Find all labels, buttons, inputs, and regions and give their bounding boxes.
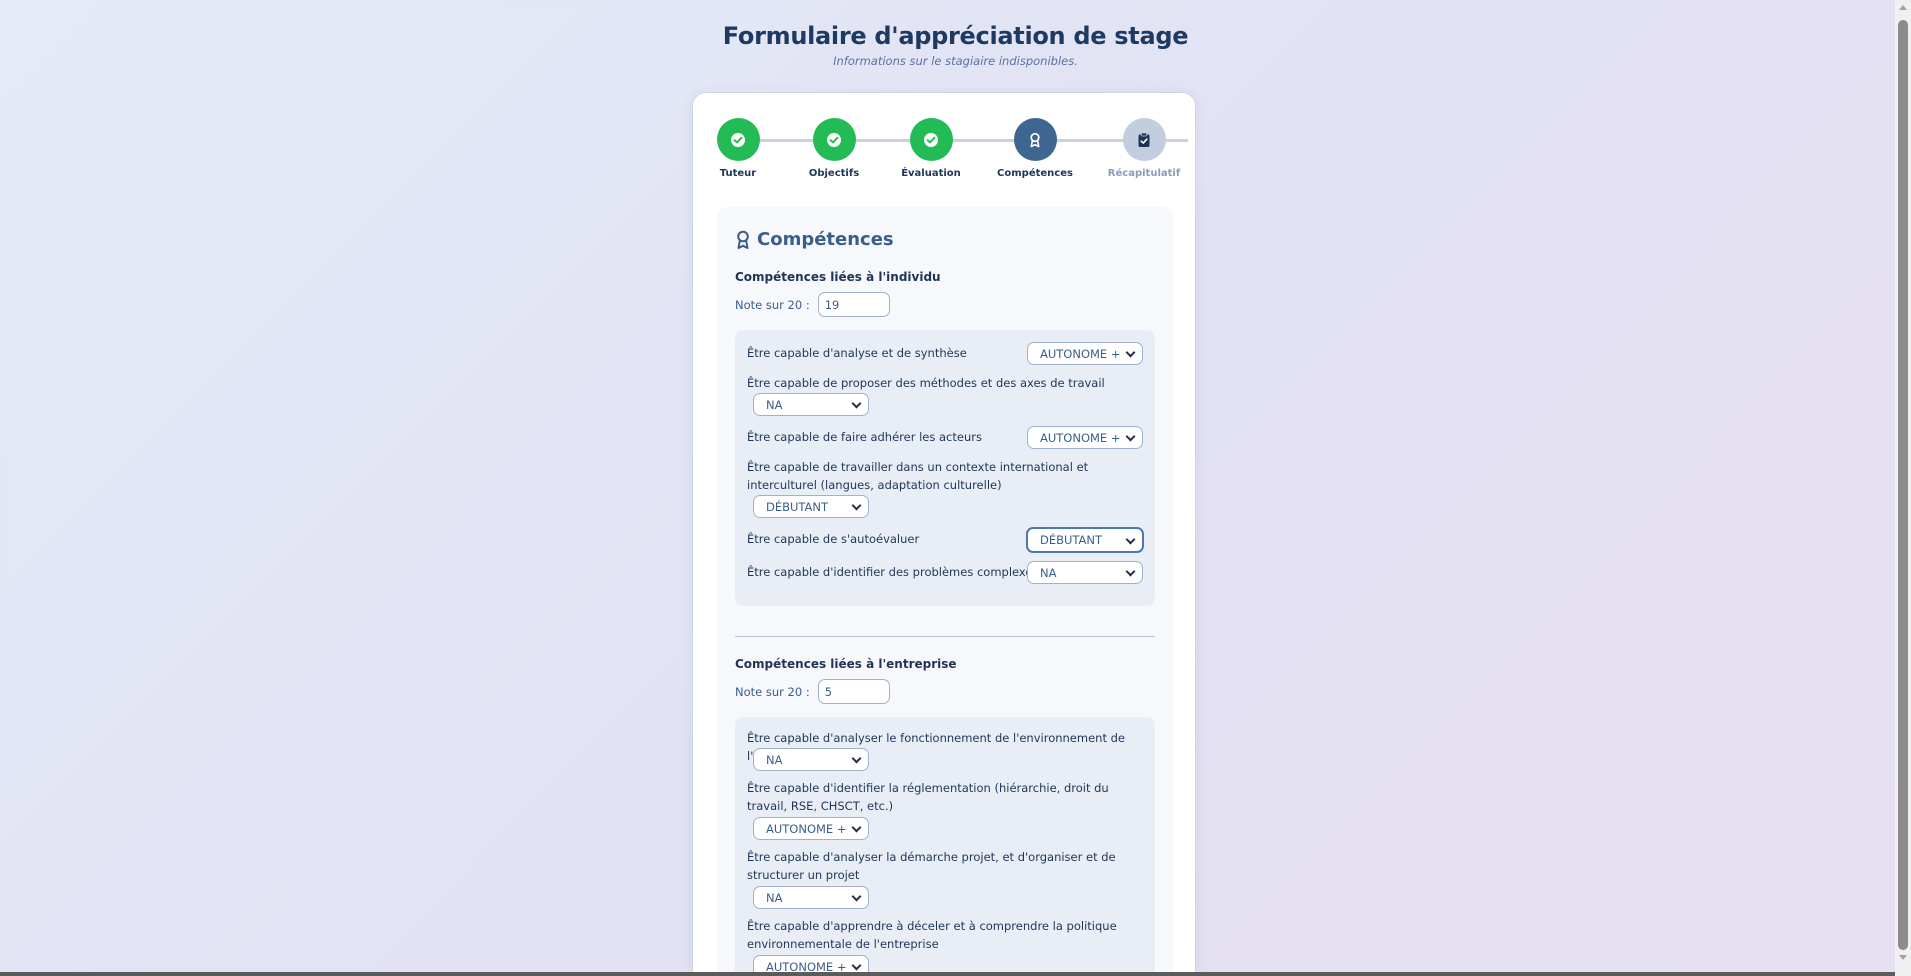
clipboard-check-icon (1122, 118, 1166, 161)
horizontal-scrollbar[interactable] (0, 972, 1895, 976)
chevron-down-icon (851, 753, 862, 764)
form-card: Tuteur Objectifs Évaluation Compétences (692, 92, 1196, 976)
chevron-down-icon (1125, 347, 1136, 358)
check-circle-icon (812, 118, 856, 161)
section-title-text: Compétences (757, 229, 894, 250)
section-title: Compétences (735, 229, 894, 250)
criterion-select[interactable]: DÉBUTANT (753, 495, 869, 518)
individu-note-row: Note sur 20 : (735, 292, 890, 317)
chevron-down-icon (851, 891, 862, 902)
chevron-down-icon (1125, 566, 1136, 577)
scroll-down-icon[interactable] (1899, 955, 1907, 960)
step-label: Compétences (997, 168, 1073, 179)
chevron-down-icon (1125, 431, 1136, 442)
chevron-down-icon (1125, 534, 1136, 545)
check-circle-icon (716, 118, 760, 161)
step-label: Évaluation (901, 168, 961, 179)
page-header: Formulaire d'appréciation de stage Infor… (0, 0, 1911, 68)
criterion-select[interactable]: NA (753, 748, 869, 771)
entreprise-criteria-box: Être capable d'analyser le fonctionnemen… (735, 717, 1155, 976)
page-title: Formulaire d'appréciation de stage (722, 22, 1189, 50)
step-label: Récapitulatif (1107, 168, 1181, 179)
step-label: Tuteur (719, 168, 757, 179)
chevron-down-icon (851, 960, 862, 971)
criterion-label: Être capable de travailler dans un conte… (747, 460, 1089, 492)
award-icon (1013, 118, 1057, 161)
select-value: NA (766, 397, 783, 412)
vertical-scrollbar[interactable] (1895, 0, 1911, 976)
step-recapitulatif[interactable]: Récapitulatif (1099, 118, 1189, 179)
individu-note-input[interactable] (817, 292, 890, 317)
scrollbar-thumb[interactable] (1898, 20, 1908, 950)
criterion-label: Être capable de proposer des méthodes et… (747, 376, 1105, 390)
scroll-up-icon[interactable] (1899, 5, 1907, 10)
select-value: NA (766, 890, 783, 905)
chevron-down-icon (851, 500, 862, 511)
step-objectifs[interactable]: Objectifs (789, 118, 879, 179)
select-value: DÉBUTANT (1040, 533, 1103, 547)
step-evaluation[interactable]: Évaluation (886, 118, 976, 179)
chevron-down-icon (851, 398, 862, 409)
criterion-select[interactable]: AUTONOME + (753, 817, 869, 840)
criterion-label: Être capable d'apprendre à déceler et à … (747, 919, 1117, 951)
award-icon (737, 230, 749, 249)
chevron-down-icon (851, 822, 862, 833)
step-label: Objectifs (808, 168, 860, 179)
individu-criteria-box: Être capable d'analyse et de synthèse AU… (735, 330, 1155, 606)
page-subtitle: Informations sur le stagiaire indisponib… (833, 54, 1078, 68)
criterion-select[interactable]: AUTONOME + (1027, 426, 1143, 449)
criterion-select[interactable]: NA (1027, 561, 1143, 584)
entreprise-note-row: Note sur 20 : (735, 679, 890, 704)
select-value: AUTONOME + (1040, 430, 1121, 445)
select-value: NA (1040, 565, 1057, 580)
competences-panel: Compétences Compétences liées à l'indivi… (717, 207, 1173, 976)
entreprise-note-input[interactable] (817, 679, 890, 704)
note-label: Note sur 20 : (735, 297, 810, 312)
select-value: NA (766, 752, 783, 767)
select-value: DÉBUTANT (766, 499, 829, 514)
criterion-label: Être capable d'identifier la réglementat… (747, 781, 1109, 813)
stepper: Tuteur Objectifs Évaluation Compétences (693, 93, 1197, 183)
select-value: AUTONOME + (766, 821, 847, 836)
criterion-select[interactable]: DÉBUTANT (1026, 527, 1144, 553)
step-competences[interactable]: Compétences (990, 118, 1080, 179)
section-divider (735, 636, 1155, 637)
criterion-select[interactable]: AUTONOME + (1027, 342, 1143, 365)
step-tuteur[interactable]: Tuteur (693, 118, 783, 179)
select-value: AUTONOME + (1040, 346, 1121, 361)
individu-title: Compétences liées à l'individu (735, 270, 941, 284)
criterion-label: Être capable d'analyser la démarche proj… (747, 850, 1116, 882)
criterion-select[interactable]: NA (753, 886, 869, 909)
criterion-select[interactable]: NA (753, 393, 869, 416)
note-label: Note sur 20 : (735, 684, 810, 699)
entreprise-title: Compétences liées à l'entreprise (735, 657, 957, 671)
check-circle-icon (909, 118, 953, 161)
